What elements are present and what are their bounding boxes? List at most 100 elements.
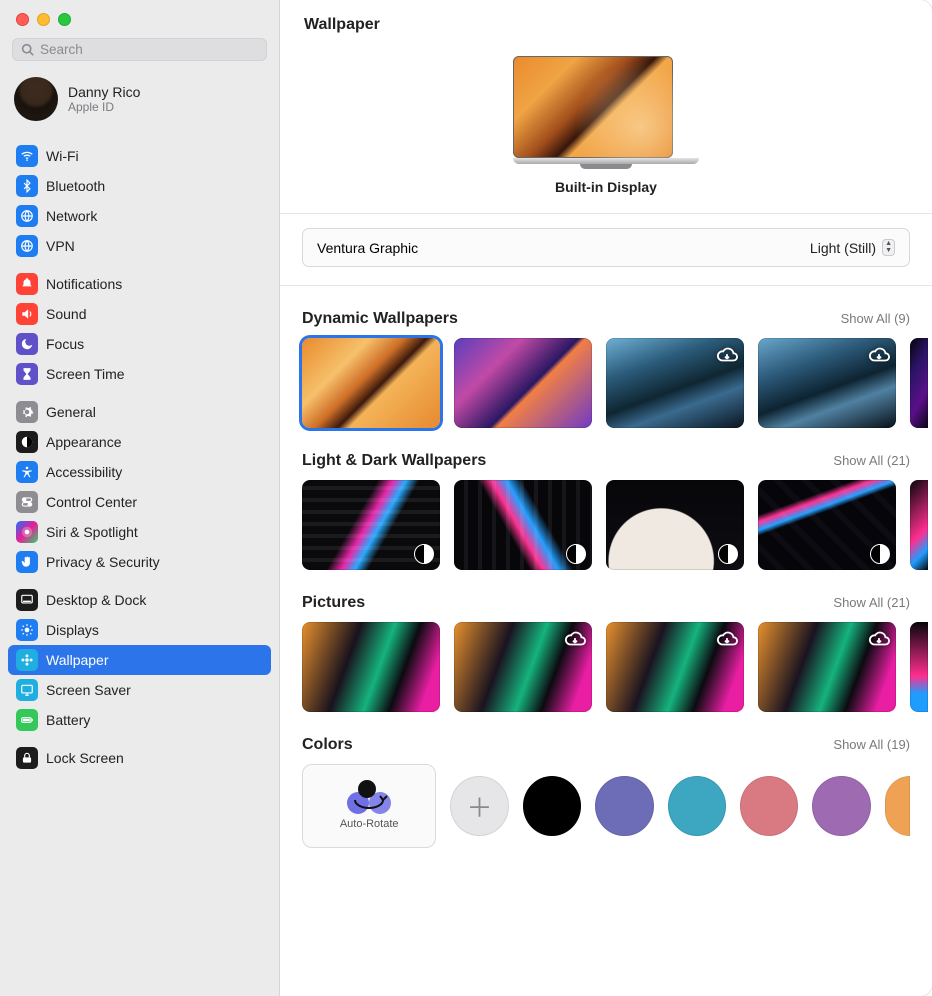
battery-icon [16, 709, 38, 731]
sidebar-item-network[interactable]: Network [8, 201, 271, 231]
sidebar-item-label: Lock Screen [46, 750, 124, 766]
sidebar-item-label: Displays [46, 622, 99, 638]
bell-icon [16, 273, 38, 295]
bluetooth-icon [16, 175, 38, 197]
sidebar-item-bluetooth[interactable]: Bluetooth [8, 171, 271, 201]
wallpaper-thumb[interactable] [606, 338, 744, 428]
user-sub: Apple ID [68, 100, 140, 114]
apple-id-row[interactable]: Danny Rico Apple ID [0, 71, 279, 133]
wallpaper-thumb[interactable] [758, 480, 896, 570]
sidebar-item-label: Focus [46, 336, 84, 352]
sidebar-item-privacy-security[interactable]: Privacy & Security [8, 547, 271, 577]
sidebar-item-label: Bluetooth [46, 178, 105, 194]
user-name: Danny Rico [68, 84, 140, 100]
hourglass-icon [16, 363, 38, 385]
sidebar-item-wallpaper[interactable]: Wallpaper [8, 645, 271, 675]
current-wallpaper-selector: Ventura Graphic Light (Still) ▲▼ [302, 228, 910, 267]
add-color-button[interactable]: ＋ [450, 776, 508, 836]
color-swatch[interactable] [885, 776, 910, 836]
sidebar-item-desktop-dock[interactable]: Desktop & Dock [8, 585, 271, 615]
wallpaper-thumb-peek[interactable] [910, 480, 928, 570]
wallpaper-mode-popup[interactable]: Light (Still) ▲▼ [810, 239, 895, 256]
wallpaper-thumb[interactable] [454, 338, 592, 428]
sidebar-item-general[interactable]: General [8, 397, 271, 427]
close-window-button[interactable] [16, 13, 29, 26]
wallpaper-thumb[interactable] [302, 338, 440, 428]
color-swatch[interactable] [668, 776, 726, 836]
section-lightdark: Light & Dark Wallpapers Show All (21) [302, 428, 932, 570]
sidebar-item-label: Wi-Fi [46, 148, 79, 164]
wallpaper-thumb[interactable] [454, 622, 592, 712]
section-title: Dynamic Wallpapers [302, 310, 458, 328]
sidebar-item-label: Siri & Spotlight [46, 524, 138, 540]
gear-icon [16, 401, 38, 423]
controlcenter-icon [16, 491, 38, 513]
wallpaper-thumb-peek[interactable] [910, 338, 928, 428]
hand-icon [16, 551, 38, 573]
screensaver-icon [16, 679, 38, 701]
dock-icon [16, 589, 38, 611]
sidebar-item-label: Wallpaper [46, 652, 109, 668]
wallpaper-thumb[interactable] [606, 480, 744, 570]
download-icon [868, 344, 890, 366]
colors-row: Auto-Rotate ＋ [302, 764, 910, 848]
sidebar-item-battery[interactable]: Battery [8, 705, 271, 735]
minimize-window-button[interactable] [37, 13, 50, 26]
download-icon [564, 628, 586, 650]
appearance-icon [16, 431, 38, 453]
sidebar-item-focus[interactable]: Focus [8, 329, 271, 359]
plus-icon: ＋ [467, 788, 493, 825]
chevron-updown-icon: ▲▼ [882, 239, 895, 256]
wallpaper-thumb[interactable] [454, 480, 592, 570]
color-swatch[interactable] [595, 776, 653, 836]
speaker-icon [16, 303, 38, 325]
sidebar-item-sound[interactable]: Sound [8, 299, 271, 329]
light-dark-icon [718, 544, 738, 564]
search-input[interactable]: Search [12, 38, 267, 61]
sidebar-item-control-center[interactable]: Control Center [8, 487, 271, 517]
sidebar-item-displays[interactable]: Displays [8, 615, 271, 645]
show-all-link[interactable]: Show All (9) [841, 311, 910, 326]
sidebar-item-appearance[interactable]: Appearance [8, 427, 271, 457]
accessibility-icon [16, 461, 38, 483]
auto-rotate-label: Auto-Rotate [340, 818, 399, 830]
network-icon [16, 205, 38, 227]
wallpaper-icon [16, 649, 38, 671]
wallpaper-thumb[interactable] [302, 622, 440, 712]
sidebar: Search Danny Rico Apple ID Wi-Fi Bluetoot… [0, 0, 280, 996]
sidebar-item-label: Network [46, 208, 97, 224]
color-swatch[interactable] [523, 776, 581, 836]
preview-screen [513, 56, 673, 158]
siri-icon [16, 521, 38, 543]
sidebar-item-accessibility[interactable]: Accessibility [8, 457, 271, 487]
show-all-link[interactable]: Show All (21) [833, 595, 910, 610]
sidebar-item-notifications[interactable]: Notifications [8, 269, 271, 299]
wallpaper-thumb[interactable] [606, 622, 744, 712]
light-dark-icon [870, 544, 890, 564]
wallpaper-thumb[interactable] [758, 338, 896, 428]
search-placeholder: Search [40, 42, 83, 57]
auto-rotate-tile[interactable]: Auto-Rotate [302, 764, 436, 848]
wallpaper-thumb[interactable] [302, 480, 440, 570]
section-title: Light & Dark Wallpapers [302, 452, 486, 470]
color-swatch[interactable] [812, 776, 870, 836]
show-all-link[interactable]: Show All (21) [833, 453, 910, 468]
section-dynamic: Dynamic Wallpapers Show All (9) [302, 286, 932, 428]
sidebar-item-screen-time[interactable]: Screen Time [8, 359, 271, 389]
sidebar-item-vpn[interactable]: VPN [8, 231, 271, 261]
sidebar-item-label: Accessibility [46, 464, 122, 480]
section-title: Pictures [302, 594, 365, 612]
sidebar-item-siri-spotlight[interactable]: Siri & Spotlight [8, 517, 271, 547]
sidebar-item-label: Control Center [46, 494, 137, 510]
show-all-link[interactable]: Show All (19) [833, 737, 910, 752]
thumbnail-row [302, 338, 910, 428]
sidebar-item-lock-screen[interactable]: Lock Screen [8, 743, 271, 773]
vpn-icon [16, 235, 38, 257]
wallpaper-thumb-peek[interactable] [910, 622, 928, 712]
wallpaper-thumb[interactable] [758, 622, 896, 712]
zoom-window-button[interactable] [58, 13, 71, 26]
sidebar-item-screen-saver[interactable]: Screen Saver [8, 675, 271, 705]
download-icon [716, 628, 738, 650]
color-swatch[interactable] [740, 776, 798, 836]
sidebar-item-wi-fi[interactable]: Wi-Fi [8, 141, 271, 171]
